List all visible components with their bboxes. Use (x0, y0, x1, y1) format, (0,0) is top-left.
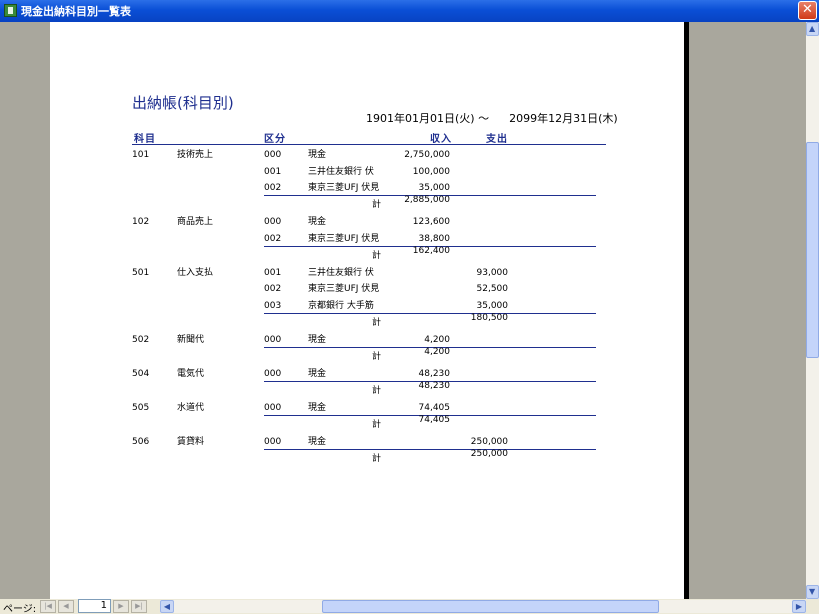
total-expense: 180,500 (470, 312, 508, 323)
next-page-icon: ▶ (118, 602, 124, 610)
sub-code: 002 (264, 284, 282, 294)
account-code: 506 (132, 436, 150, 447)
sub-description: 東京三菱UFJ 伏見 (308, 284, 380, 294)
account-name: 新聞代 (177, 334, 205, 345)
income-amount: 100,000 (412, 166, 450, 177)
header-divider (132, 144, 606, 145)
sub-description: 現金 (308, 436, 327, 447)
scroll-up-button[interactable]: ▲ (806, 22, 819, 36)
account-code: 502 (132, 334, 150, 345)
sub-description: 三井住友銀行 伏 (308, 166, 374, 177)
preview-area: 出納帳(科目別) 1901年01月01日(火) ～ 2099年12月31日(木) … (0, 22, 806, 599)
chevron-left-icon: ◀ (163, 602, 171, 611)
sub-description: 現金 (308, 334, 327, 345)
header-section: 区分 (264, 134, 286, 145)
account-name: 水道代 (177, 402, 205, 413)
income-amount: 74,405 (418, 402, 451, 413)
first-page-icon: |◀ (44, 602, 52, 610)
chevron-up-icon: ▲ (809, 24, 816, 33)
app-icon (4, 4, 17, 17)
expense-amount: 52,500 (476, 284, 509, 294)
sub-code: 000 (264, 402, 282, 413)
sub-description: 東京三菱UFJ 伏見 (308, 183, 380, 193)
income-amount: 123,600 (412, 217, 450, 227)
sub-description: 三井住友銀行 伏 (308, 267, 374, 278)
window-title: 現金出納科目別一覧表 (21, 5, 131, 18)
sub-description: 京都銀行 大手筋 (308, 300, 374, 311)
total-income: 162,400 (412, 245, 450, 256)
sub-description: 現金 (308, 217, 327, 227)
sub-description: 東京三菱UFJ 伏見 (308, 233, 380, 244)
sub-description: 現金 (308, 368, 327, 379)
sub-code: 000 (264, 150, 282, 160)
total-label: 計 (372, 453, 382, 464)
account-code: 501 (132, 267, 150, 278)
close-button[interactable]: ✕ (798, 1, 817, 20)
sub-code: 000 (264, 436, 282, 447)
scroll-right-button[interactable]: ▶ (792, 600, 806, 613)
page-number-input[interactable]: 1 (78, 599, 111, 613)
account-code: 101 (132, 150, 150, 160)
header-expense: 支出 (486, 134, 508, 145)
sub-description: 現金 (308, 402, 327, 413)
horizontal-scrollbar[interactable]: ◀ ▶ (160, 600, 806, 613)
prev-page-button[interactable]: ◀ (58, 600, 74, 613)
total-income: 2,885,000 (404, 195, 450, 205)
sub-code: 002 (264, 233, 282, 244)
report-period: 1901年01月01日(火) ～ 2099年12月31日(木) (366, 110, 618, 126)
income-amount: 4,200 (424, 334, 450, 345)
account-code: 102 (132, 217, 150, 227)
report-title: 出納帳(科目別) (132, 94, 234, 112)
sub-code: 001 (264, 267, 282, 278)
total-label: 計 (372, 317, 382, 328)
page-label: ページ: (3, 604, 37, 614)
account-name: 電気代 (177, 368, 205, 379)
report-page: 出納帳(科目別) 1901年01月01日(火) ～ 2099年12月31日(木) … (50, 22, 684, 599)
income-amount: 48,230 (418, 368, 451, 379)
total-income: 74,405 (418, 414, 451, 425)
title-bar: 現金出納科目別一覧表 ✕ (0, 0, 819, 22)
vertical-scrollbar[interactable]: ▲ ▼ (806, 22, 819, 599)
sub-code: 000 (264, 368, 282, 379)
account-name: 技術売上 (177, 150, 214, 160)
account-code: 505 (132, 402, 150, 413)
page-edge (684, 22, 689, 599)
last-page-icon: ▶| (135, 602, 143, 610)
account-code: 504 (132, 368, 150, 379)
account-name: 賃貸料 (177, 436, 205, 447)
expense-amount: 250,000 (470, 436, 508, 447)
income-amount: 38,800 (418, 233, 451, 244)
first-page-button[interactable]: |◀ (40, 600, 56, 613)
sub-code: 001 (264, 166, 282, 177)
vertical-scroll-thumb[interactable] (806, 142, 819, 358)
chevron-right-icon: ▶ (795, 602, 803, 611)
period-start: 1901年01月01日(火) ～ (366, 112, 490, 125)
income-amount: 2,750,000 (404, 150, 450, 160)
scroll-down-button[interactable]: ▼ (806, 585, 819, 599)
account-name: 仕入支払 (177, 267, 214, 278)
expense-amount: 35,000 (476, 300, 509, 311)
navigation-bar: ページ: |◀ ◀ 1 ▶ ▶| ◀ ▶ (0, 599, 819, 614)
sub-code: 002 (264, 183, 282, 193)
period-end: 2099年12月31日(木) (509, 112, 618, 125)
last-page-button[interactable]: ▶| (131, 600, 147, 613)
sub-description: 現金 (308, 150, 327, 160)
sub-code: 000 (264, 217, 282, 227)
sub-code: 000 (264, 334, 282, 345)
horizontal-scroll-thumb[interactable] (322, 600, 659, 613)
total-income: 4,200 (424, 346, 450, 357)
total-income: 48,230 (418, 380, 451, 391)
account-name: 商品売上 (177, 217, 214, 227)
header-account: 科目 (134, 134, 156, 145)
scroll-left-button[interactable]: ◀ (160, 600, 174, 613)
expense-amount: 93,000 (476, 267, 509, 278)
income-amount: 35,000 (418, 183, 451, 193)
sub-code: 003 (264, 300, 282, 311)
total-expense: 250,000 (470, 448, 508, 459)
chevron-down-icon: ▼ (809, 587, 816, 596)
header-income: 収入 (430, 134, 452, 145)
next-page-button[interactable]: ▶ (113, 600, 129, 613)
prev-page-icon: ◀ (63, 602, 69, 610)
